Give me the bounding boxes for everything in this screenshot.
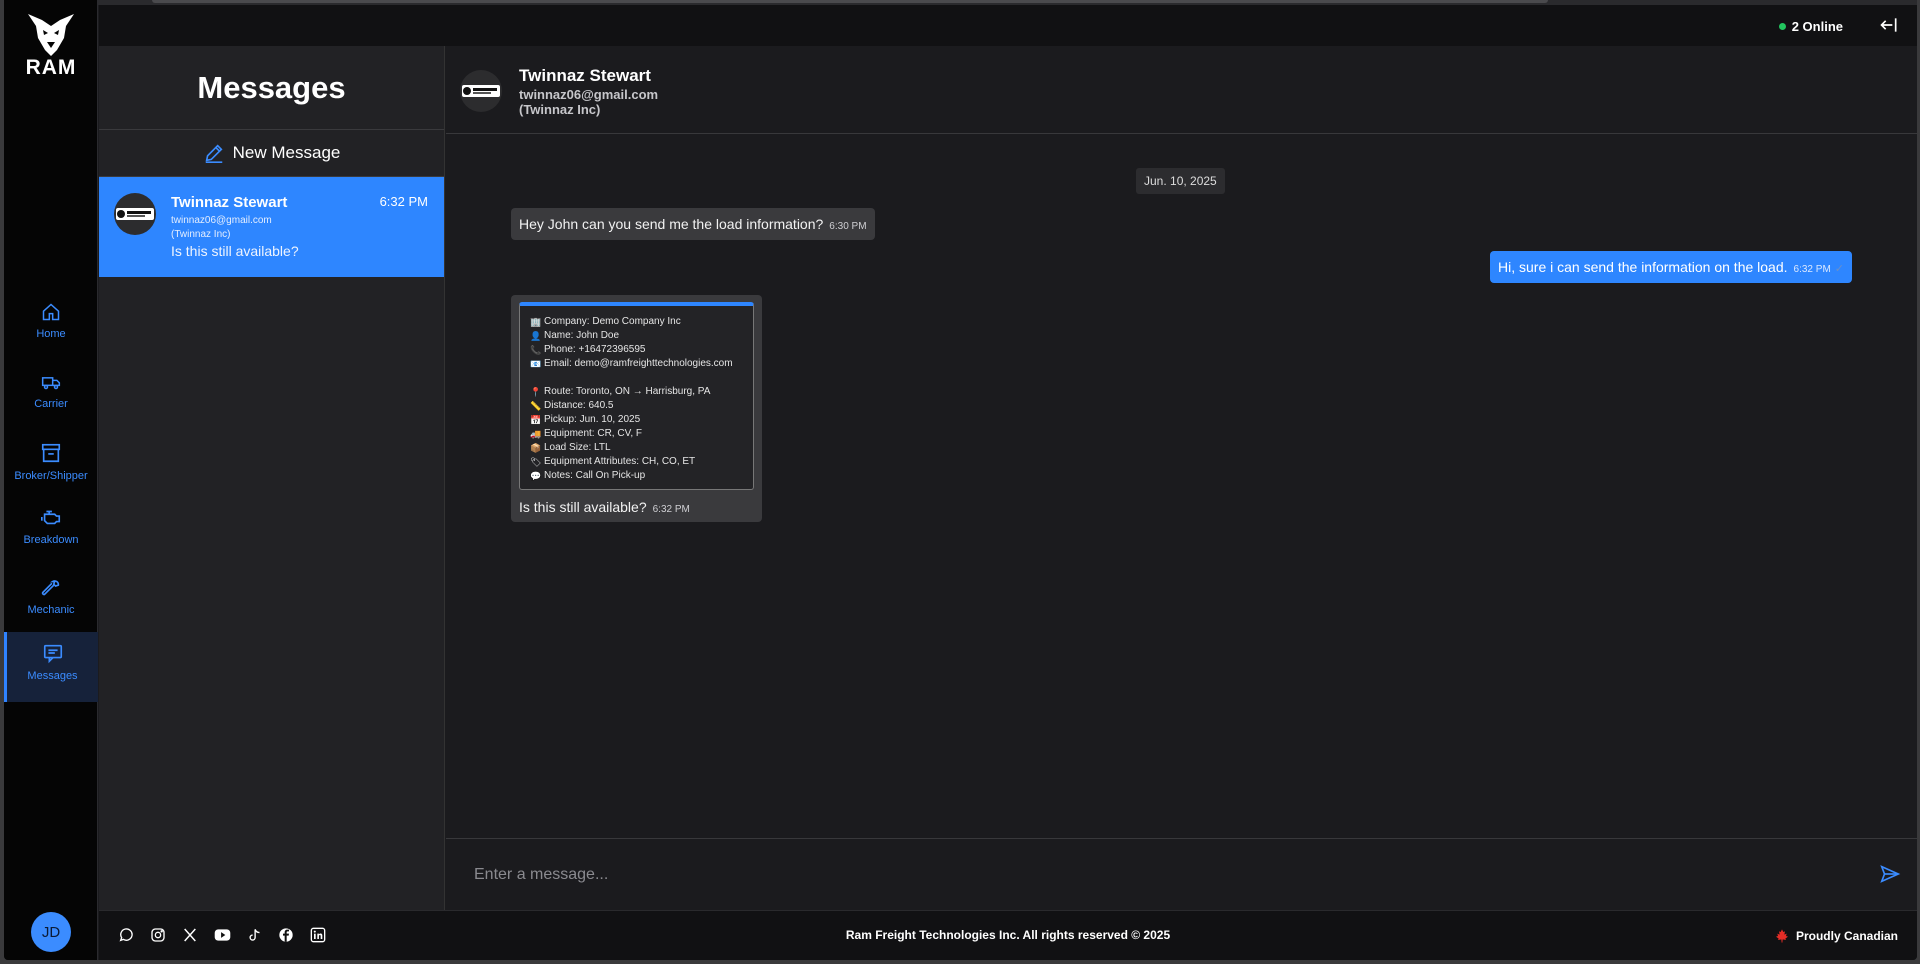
nav-breakdown[interactable]: Breakdown <box>4 496 98 566</box>
message-text: Hey John can you send me the load inform… <box>519 216 824 232</box>
conversation-item[interactable]: Twinnaz Stewart 6:32 PM twinnaz06@gmail.… <box>99 177 444 277</box>
message-input[interactable] <box>474 861 1814 889</box>
ram-head-icon <box>28 14 74 56</box>
conversation-preview: Is this still available? <box>171 243 299 259</box>
online-count: 2 Online <box>1791 19 1843 34</box>
proudly-canadian-label: Proudly Canadian <box>1795 929 1898 943</box>
truck-icon: 🚚 <box>530 429 542 439</box>
home-icon <box>42 303 60 321</box>
nav-broker-shipper-label: Broker/Shipper <box>14 470 88 482</box>
wrench-icon <box>41 580 60 596</box>
calendar-icon: 📅 <box>530 415 542 425</box>
chat-contact-name: Twinnaz Stewart <box>519 66 651 85</box>
card-name: Name: John Doe <box>544 330 620 341</box>
nav-broker-shipper[interactable]: Broker/Shipper <box>4 432 98 502</box>
person-icon: 👤 <box>530 331 542 341</box>
card-equipment: Equipment: CR, CV, F <box>544 428 643 439</box>
chat-pane: Twinnaz Stewart twinnaz06@gmail.com (Twi… <box>446 46 1917 910</box>
collapse-button[interactable] <box>1879 15 1899 40</box>
app-window: RAM Home Carrier Broker/Shipper Breakdow… <box>4 0 1917 960</box>
date-divider: Jun. 10, 2025 <box>1136 168 1225 194</box>
message-text-row: Is this still available? 6:32 PM <box>519 499 754 515</box>
maple-leaf-icon <box>1775 929 1788 943</box>
nav-rail: RAM Home Carrier Broker/Shipper Breakdow… <box>4 0 98 960</box>
store-icon <box>41 443 61 463</box>
package-icon: 📦 <box>530 443 542 453</box>
proudly-canadian: Proudly Canadian <box>1774 928 1898 944</box>
send-button[interactable] <box>1879 863 1901 890</box>
tag-icon: 🏷 <box>530 457 542 467</box>
message-load-card: 🏢 Company: Demo Company Inc 👤 Name: John D… <box>511 295 762 522</box>
online-status: 2 Online <box>1778 19 1843 34</box>
email-icon: 📧 <box>530 359 542 369</box>
card-pickup: Pickup: Jun. 10, 2025 <box>544 414 641 425</box>
nav-messages-label: Messages <box>27 670 78 682</box>
nav-mechanic-label: Mechanic <box>27 604 75 616</box>
nav-breakdown-label: Breakdown <box>23 534 79 546</box>
conversation-list: Messages New Message Twinnaz Stewart 6:3… <box>99 46 445 910</box>
company-logo-icon <box>462 85 500 97</box>
truck-icon <box>41 377 61 390</box>
send-icon <box>1880 865 1901 883</box>
conversation-company: (Twinnaz Inc) <box>171 229 231 240</box>
load-info-card[interactable]: 🏢 Company: Demo Company Inc 👤 Name: John D… <box>519 302 754 490</box>
chat-contact-avatar <box>460 70 502 112</box>
user-avatar[interactable]: JD <box>31 912 71 952</box>
compose-icon <box>205 144 223 163</box>
nav-home[interactable]: Home <box>4 292 98 362</box>
message-time: 6:32 PM <box>652 504 690 515</box>
nav-carrier[interactable]: Carrier <box>4 362 98 432</box>
ruler-icon: 📏 <box>530 401 542 411</box>
message-composer <box>446 838 1917 910</box>
new-message-button[interactable]: New Message <box>99 130 444 177</box>
card-load-size: Load Size: LTL <box>544 442 611 453</box>
card-email: Email: demo@ramfreighttechnologies.com <box>544 358 733 369</box>
messages-title: Messages <box>99 46 444 130</box>
brand-name: RAM <box>25 56 77 79</box>
message-text: Is this still available? <box>519 499 647 515</box>
window-tab <box>152 0 1548 3</box>
ram-logo[interactable]: RAM <box>4 12 98 80</box>
conversation-name: Twinnaz Stewart <box>171 194 288 211</box>
card-distance: Distance: 640.5 <box>544 400 614 411</box>
conversation-time: 6:32 PM <box>379 194 428 209</box>
message-icon <box>43 644 62 664</box>
building-icon: 🏢 <box>530 317 542 327</box>
company-logo-icon <box>116 208 154 220</box>
nav-carrier-label: Carrier <box>34 398 68 410</box>
footer: Ram Freight Technologies Inc. All rights… <box>99 910 1917 960</box>
message-outgoing: Hi, sure i can send the information on t… <box>1490 251 1852 283</box>
pin-icon: 📍 <box>530 387 542 397</box>
nav-messages[interactable]: Messages <box>4 632 98 702</box>
phone-icon: 📞 <box>530 345 542 355</box>
card-attributes: Equipment Attributes: CH, CO, ET <box>544 456 696 467</box>
engine-icon <box>41 510 61 525</box>
card-route: Route: Toronto, ON → Harrisburg, PA <box>544 386 711 397</box>
message-incoming: Hey John can you send me the load inform… <box>511 208 875 240</box>
speech-icon: 💬 <box>530 471 542 481</box>
contact-avatar <box>114 193 156 235</box>
conversation-email: twinnaz06@gmail.com <box>171 215 272 226</box>
chat-contact-email: twinnaz06@gmail.com <box>519 87 659 102</box>
chat-header: Twinnaz Stewart twinnaz06@gmail.com (Twi… <box>446 46 1917 134</box>
chat-contact-company: (Twinnaz Inc) <box>519 102 601 117</box>
card-phone: Phone: +16472396595 <box>544 344 646 355</box>
read-check-icon: ✓ <box>1834 263 1844 275</box>
online-dot-icon <box>1778 23 1786 30</box>
arrow-left-bar-icon <box>1880 18 1897 32</box>
message-text: Hi, sure i can send the information on t… <box>1498 259 1788 275</box>
message-time: 6:32 PM <box>1793 264 1831 275</box>
copyright-text: Ram Freight Technologies Inc. All rights… <box>845 928 1171 942</box>
top-bar: 2 Online <box>99 5 1917 46</box>
card-company: Company: Demo Company Inc <box>544 316 681 327</box>
message-time: 6:30 PM <box>829 221 867 232</box>
nav-home-label: Home <box>36 328 66 340</box>
new-message-label: New Message <box>232 143 341 162</box>
nav-mechanic[interactable]: Mechanic <box>4 566 98 636</box>
card-notes: Notes: Call On Pick-up <box>544 470 646 481</box>
